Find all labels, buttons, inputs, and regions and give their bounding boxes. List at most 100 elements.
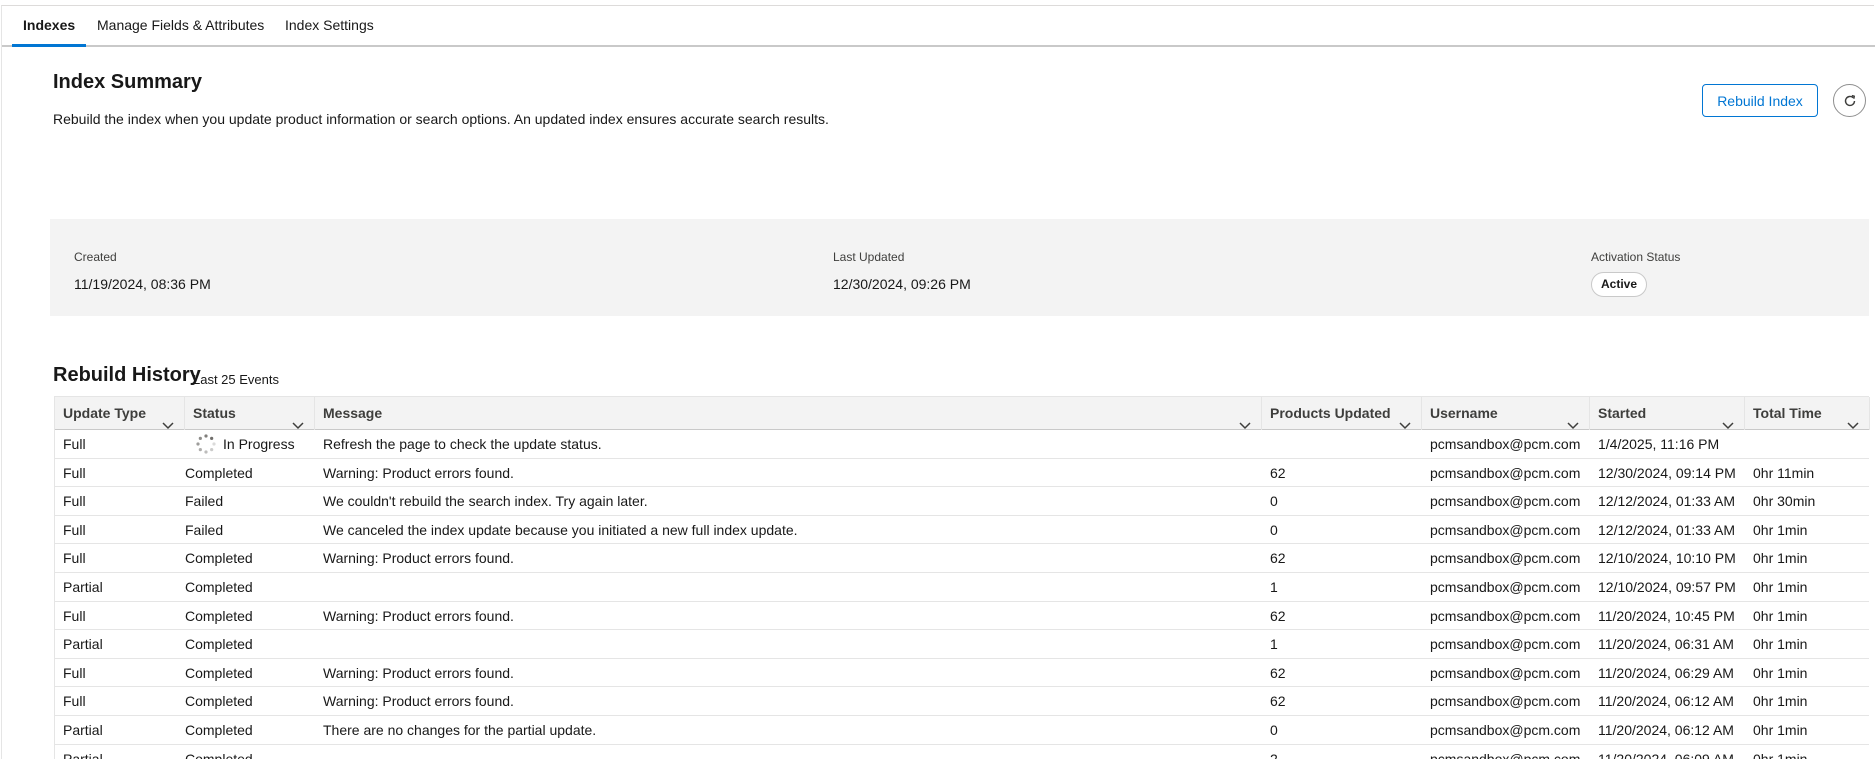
column-header-label: Total Time	[1753, 405, 1822, 421]
cell-started: 12/10/2024, 09:57 PM	[1598, 578, 1736, 595]
tab-bar: Indexes Manage Fields & Attributes Index…	[2, 6, 1875, 47]
cell-status: Failed	[185, 493, 224, 510]
cell-products-updated: 1	[1270, 578, 1278, 595]
column-header-total-time[interactable]: Total Time	[1745, 397, 1870, 430]
cell-started: 11/20/2024, 06:12 AM	[1598, 721, 1734, 738]
table-row: Partial Completed There are no changes for…	[55, 716, 1869, 745]
table-row: Full In Progress Refresh the page to check…	[55, 430, 1869, 459]
cell-status: Completed	[185, 636, 253, 653]
cell-username: pcmsandbox@pcm.com	[1430, 664, 1581, 681]
cell-total-time: 0hr 1min	[1753, 550, 1808, 567]
cell-total-time	[1745, 430, 1870, 458]
cell-update-type: Full	[63, 493, 86, 510]
column-header-status[interactable]: Status	[185, 397, 315, 430]
index-page: Indexes Manage Fields & Attributes Index…	[1, 5, 1875, 759]
table-header: Update Type Status Message Products Updated…	[55, 396, 1870, 430]
cell-status: In Progress	[185, 430, 315, 458]
cell-total-time: 0hr 11min	[1753, 464, 1815, 481]
rebuild-index-button[interactable]: Rebuild Index	[1702, 84, 1818, 117]
cell-message: Warning: Product errors found.	[323, 607, 514, 624]
activation-status-label: Activation Status	[1591, 250, 1681, 264]
table-row: Full Completed Warning: Product errors fou…	[55, 459, 1869, 488]
cell-started: 11/20/2024, 06:31 AM	[1598, 636, 1734, 653]
column-header-started[interactable]: Started	[1590, 397, 1745, 430]
table-row: Full Completed Warning: Product errors fou…	[55, 687, 1869, 716]
cell-message: We canceled the index update because you…	[323, 521, 798, 538]
cell-update-type: Full	[63, 607, 86, 624]
cell-username: pcmsandbox@pcm.com	[1430, 721, 1581, 738]
cell-status: Completed	[185, 578, 253, 595]
tab-index-settings[interactable]: Index Settings	[285, 6, 374, 47]
refresh-button[interactable]	[1833, 84, 1866, 117]
cell-total-time: 0hr 30min	[1753, 493, 1816, 510]
column-header-label: Started	[1598, 405, 1647, 421]
cell-username: pcmsandbox@pcm.com	[1430, 578, 1581, 595]
cell-update-type: Full	[63, 550, 86, 567]
created-label: Created	[74, 250, 117, 264]
column-header-products-updated[interactable]: Products Updated	[1262, 397, 1422, 430]
cell-total-time: 0hr 1min	[1753, 750, 1808, 759]
cell-started: 11/20/2024, 06:12 AM	[1598, 693, 1734, 710]
cell-update-type: Partial	[63, 636, 103, 653]
table-row: Partial Completed 1 pcmsandbox@pcm.com 11/20…	[55, 630, 1869, 659]
cell-message	[315, 573, 1262, 601]
cell-username: pcmsandbox@pcm.com	[1430, 493, 1581, 510]
cell-total-time: 0hr 1min	[1753, 521, 1808, 538]
column-header-message[interactable]: Message	[315, 397, 1262, 430]
activation-status-badge: Active	[1591, 272, 1648, 297]
cell-status: Completed	[185, 550, 253, 567]
cell-update-type: Full	[63, 436, 86, 452]
cell-started: 12/12/2024, 01:33 AM	[1598, 521, 1735, 538]
tab-manage-fields[interactable]: Manage Fields & Attributes	[97, 6, 264, 47]
cell-total-time: 0hr 1min	[1753, 664, 1808, 681]
cell-message: Warning: Product errors found.	[323, 550, 514, 567]
cell-message: Warning: Product errors found.	[323, 693, 514, 710]
cell-message: We couldn't rebuild the search index. Tr…	[323, 493, 648, 510]
index-info-panel: Created 11/19/2024, 08:36 PM Last Update…	[50, 219, 1869, 316]
cell-products-updated: 62	[1270, 607, 1286, 624]
cell-status: Completed	[185, 750, 253, 759]
cell-started: 12/12/2024, 01:33 AM	[1598, 493, 1735, 510]
cell-status: Completed	[185, 464, 253, 481]
cell-products-updated: 62	[1270, 464, 1286, 481]
tab-indexes[interactable]: Indexes	[12, 6, 87, 47]
index-summary-title: Index Summary	[53, 71, 202, 93]
column-header-label: Message	[323, 405, 383, 421]
table-body: Full In Progress Refresh the page to check…	[55, 430, 1869, 759]
index-summary-description: Rebuild the index when you update produc…	[53, 111, 829, 127]
spinner-icon	[195, 433, 217, 455]
cell-username: pcmsandbox@pcm.com	[1430, 750, 1581, 759]
cell-update-type: Partial	[63, 578, 103, 595]
cell-username: pcmsandbox@pcm.com	[1430, 464, 1581, 481]
cell-username: pcmsandbox@pcm.com	[1430, 521, 1581, 538]
status-text: In Progress	[223, 436, 295, 452]
cell-update-type: Full	[63, 664, 86, 681]
cell-update-type: Partial	[63, 750, 103, 759]
table-row: Partial Completed 2 pcmsandbox@pcm.com 11/20…	[55, 745, 1869, 759]
table-row: Full Failed We canceled the index update b…	[55, 516, 1869, 545]
column-header-label: Products Updated	[1270, 405, 1391, 421]
cell-message: There are no changes for the partial upd…	[323, 721, 597, 738]
cell-products-updated: 2	[1270, 750, 1278, 759]
cell-status: Completed	[185, 607, 253, 624]
cell-total-time: 0hr 1min	[1753, 693, 1808, 710]
cell-products-updated: 62	[1270, 664, 1286, 681]
column-header-label: Status	[193, 405, 236, 421]
column-header-update-type[interactable]: Update Type	[55, 397, 185, 430]
table-row: Full Completed Warning: Product errors fou…	[55, 659, 1869, 688]
cell-message	[315, 745, 1262, 759]
cell-status: Completed	[185, 693, 253, 710]
column-header-username[interactable]: Username	[1422, 397, 1590, 430]
created-value: 11/19/2024, 08:36 PM	[74, 276, 211, 292]
column-header-label: Username	[1430, 405, 1498, 421]
cell-username: pcmsandbox@pcm.com	[1430, 636, 1581, 653]
cell-total-time: 0hr 1min	[1753, 607, 1808, 624]
cell-username: pcmsandbox@pcm.com	[1430, 693, 1581, 710]
cell-products-updated: 1	[1270, 636, 1278, 653]
cell-total-time: 0hr 1min	[1753, 636, 1808, 653]
table-row: Full Completed Warning: Product errors fou…	[55, 544, 1869, 573]
cell-products-updated: 62	[1270, 693, 1286, 710]
table-row: Full Completed Warning: Product errors fou…	[55, 602, 1869, 631]
cell-products-updated: 0	[1270, 493, 1278, 510]
cell-update-type: Partial	[63, 721, 103, 738]
